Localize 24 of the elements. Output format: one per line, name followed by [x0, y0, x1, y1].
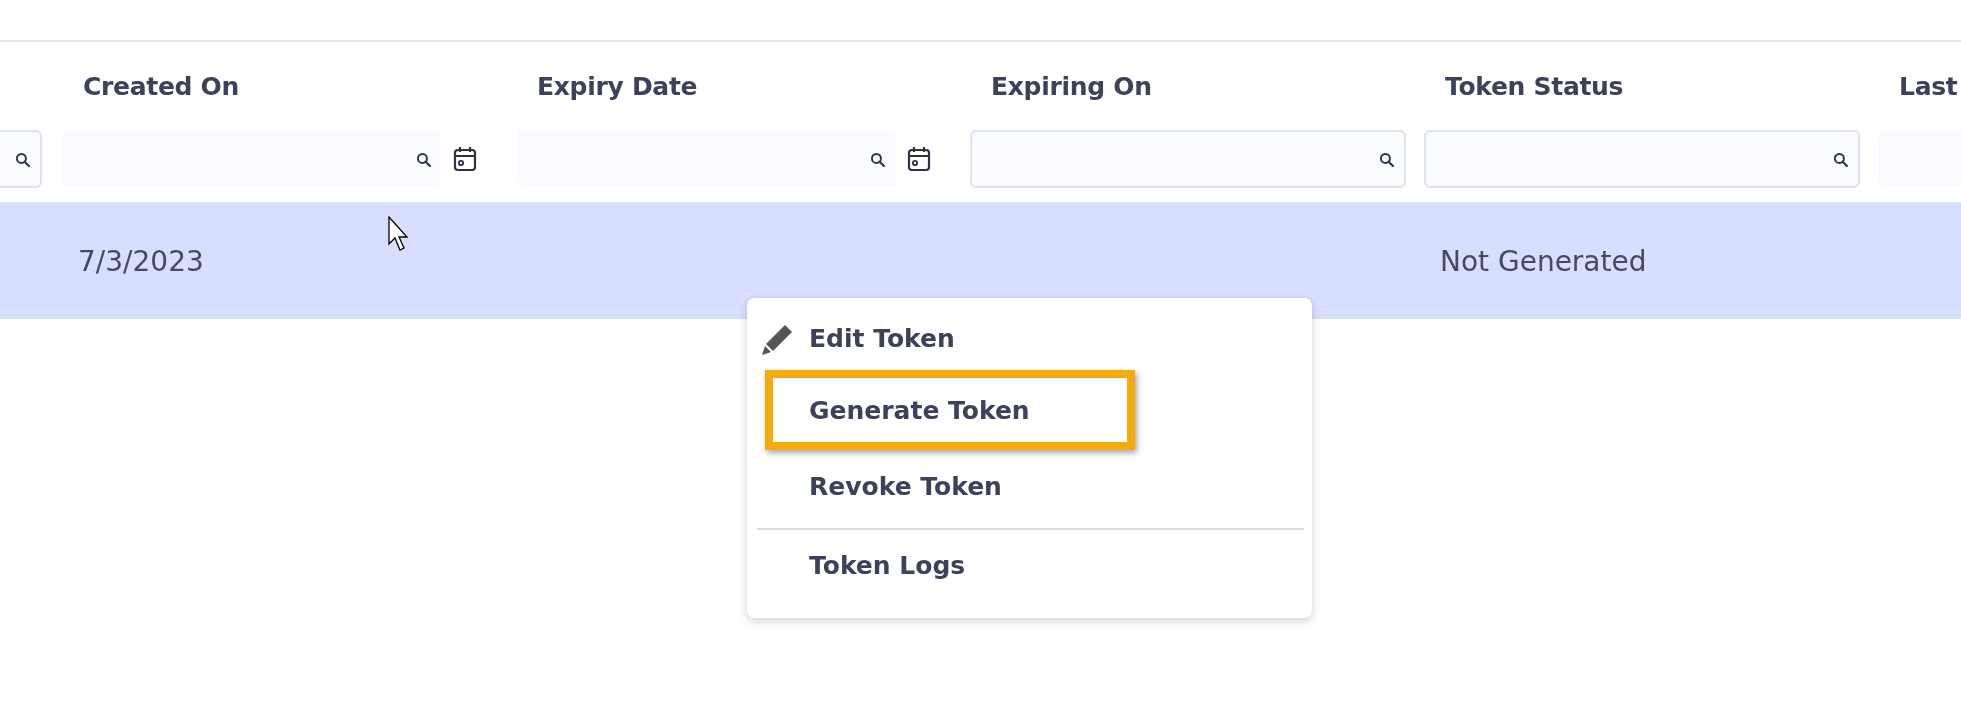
filter-field[interactable]: [516, 130, 895, 188]
search-icon: [1833, 151, 1848, 167]
column-header[interactable]: Last: [1899, 71, 1958, 101]
calendar-icon[interactable]: [453, 146, 477, 172]
menu-item[interactable]: Generate Token: [765, 370, 1135, 450]
pencil-icon: [761, 322, 795, 356]
menu-item[interactable]: Token Logs: [757, 528, 1304, 600]
column-header[interactable]: Expiry Date: [537, 71, 698, 101]
table-row[interactable]: 7/3/2023 Not Generated: [0, 203, 1961, 319]
filter-field[interactable]: [62, 130, 441, 188]
search-icon: [416, 151, 431, 167]
search-icon: [1379, 151, 1394, 167]
filter-field[interactable]: [0, 130, 42, 188]
calendar-icon[interactable]: [907, 146, 931, 172]
filter-field[interactable]: [1424, 130, 1860, 188]
table-cell: Not Generated: [1440, 244, 1647, 278]
search-icon: [15, 151, 30, 167]
column-header[interactable]: Token Status: [1445, 71, 1624, 101]
search-icon: [870, 151, 885, 167]
menu-item[interactable]: Revoke Token: [757, 450, 1304, 522]
table-cell: 7/3/2023: [78, 244, 204, 278]
column-header[interactable]: Expiring On: [991, 71, 1152, 101]
filter-field[interactable]: [970, 130, 1406, 188]
column-header[interactable]: Created On: [83, 71, 240, 101]
